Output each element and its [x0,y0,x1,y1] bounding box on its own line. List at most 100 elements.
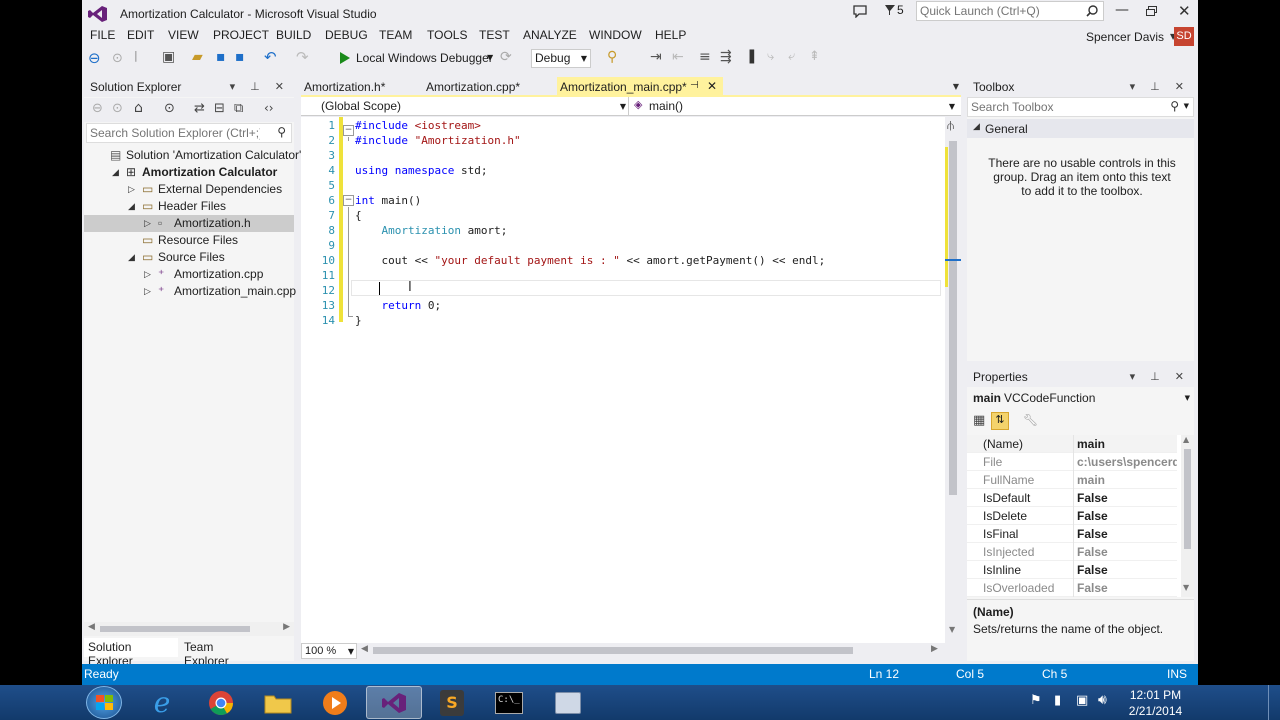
restore-button[interactable] [1146,6,1157,16]
menu-build[interactable]: BUILD [276,28,311,42]
navigate-forward-icon[interactable]: ⊙ [112,51,123,66]
code-line[interactable]: 9 [301,238,941,253]
tab-amortization-h[interactable]: Amortization.h* [301,77,413,97]
tree-item[interactable]: ▷ ⁺ Amortization.cpp [84,266,294,283]
code-line[interactable]: 1 #include <iostream> [301,118,941,133]
close-button[interactable]: ✕ [1178,2,1191,20]
toolbox-search-box[interactable]: ⚲ ▼ [967,97,1194,117]
chevron-down-icon[interactable]: ▼ [1184,102,1189,110]
property-row[interactable]: IsOverloaded False [967,579,1177,597]
scrollbar-thumb[interactable] [949,141,957,495]
property-value[interactable]: main [1077,471,1177,489]
align-icon[interactable]: ≡ [699,49,711,65]
menu-analyze[interactable]: ANALYZE [523,28,577,42]
tree-item[interactable]: ▤ Solution 'Amortization Calculator' (1 [84,147,315,164]
expanded-triangle-icon[interactable]: ◢ [112,164,119,181]
tree-item[interactable]: ◢ ▭ Header Files [84,198,294,215]
volume-icon[interactable]: 🔊︎ [1098,692,1107,708]
property-row[interactable]: IsInjected False [967,543,1177,561]
next-bookmark-icon[interactable]: ⤷ [767,49,774,64]
menu-tools[interactable]: TOOLS [427,28,467,42]
show-desktop-button[interactable] [1268,685,1280,720]
find-in-files-icon[interactable]: ⚲ [607,49,617,65]
tree-item[interactable]: ▭ Resource Files [84,232,294,249]
collapse-all-icon[interactable]: ⊟ [214,101,225,116]
solution-configuration-select[interactable]: Debug ▼ [531,49,591,68]
taskbar-command-prompt[interactable]: C:\_ [481,686,537,719]
toolbox-search-input[interactable] [971,100,1151,114]
navigate-back-icon[interactable]: ⊖ [88,49,101,67]
code-line[interactable]: 7{ [301,208,941,223]
code-line[interactable]: 2 #include "Amortization.h" [301,133,941,148]
scroll-left-icon[interactable]: ◀ [361,644,368,654]
property-value[interactable]: False [1077,579,1177,597]
property-pages-icon[interactable]: 🔧︎ [1023,413,1038,427]
uncomment-icon[interactable]: ⇤ [672,49,684,65]
property-row[interactable]: File c:\users\spencerda [967,453,1177,471]
scroll-down-icon[interactable]: ▼ [1183,583,1189,592]
sync-icon[interactable]: ⇄ [194,101,205,116]
menu-edit[interactable]: EDIT [127,28,154,42]
vertical-scrollbar[interactable]: ⫛ ▼ [945,117,961,643]
scope-dropdown[interactable]: (Global Scope) ▼ [301,97,629,116]
code-line[interactable]: 13 return 0; [301,298,941,313]
solution-search-box[interactable]: ⚲ [86,123,292,143]
forward-icon[interactable]: ⊙ [112,101,123,116]
horizontal-scrollbar-thumb[interactable] [373,647,853,654]
search-icon[interactable]: ⚲ [277,125,286,139]
user-avatar[interactable]: SD [1174,27,1194,46]
scroll-down-icon[interactable]: ▼ [949,625,955,634]
split-editor-icon[interactable]: ⫛ [947,118,954,133]
horizontal-scrollbar[interactable]: ◀ ▶ [84,622,294,636]
expanded-triangle-icon[interactable]: ◢ [128,198,135,215]
alphabetical-icon[interactable]: ⇅ [991,412,1009,430]
menu-view[interactable]: VIEW [168,28,199,42]
taskbar-remote-desktop[interactable] [540,686,596,719]
tree-item[interactable]: ◢ ⊞ Amortization Calculator [84,164,294,181]
expanded-triangle-icon[interactable]: ◢ [973,122,980,132]
property-row[interactable]: IsInline False [967,561,1177,579]
pending-changes-icon[interactable]: ⊙ [164,101,175,116]
taskbar-file-explorer[interactable] [250,686,306,719]
code-line[interactable]: 6 int main() [301,193,941,208]
taskbar-sublime-text[interactable]: S [424,686,480,719]
usb-device-icon[interactable]: ▮ [1054,693,1061,708]
tab-close-icon[interactable]: ✕ [707,79,717,93]
clock-date[interactable]: 2/21/2014 [1126,704,1185,718]
tree-item[interactable]: ▷ ⁺ Amortization_main.cpp [84,283,296,300]
tree-item[interactable]: ◢ ▭ Source Files [84,249,294,266]
collapsed-triangle-icon[interactable]: ▷ [144,266,151,283]
taskbar-media-player[interactable] [307,686,363,719]
pane-controls-icon[interactable]: ▾ ⊥ ✕ [1130,367,1190,387]
tab-amortization-cpp[interactable]: Amortization.cpp* [423,77,548,97]
start-debugger-button[interactable]: Local Windows Debugger [356,51,493,65]
scroll-right-icon[interactable]: ▶ [931,644,938,654]
code-line[interactable]: 10 cout << "your default payment is : " … [301,253,941,268]
zoom-select[interactable]: 100 % ▼ [301,643,357,659]
search-icon[interactable]: ⚲ [1170,99,1179,113]
comment-icon[interactable]: ⇥ [650,49,662,65]
save-all-icon[interactable]: ▪ [235,49,245,65]
clear-bookmarks-icon[interactable]: ⇞ [809,49,820,64]
quick-launch-box[interactable] [916,1,1104,21]
notification-flag-icon[interactable] [884,4,896,16]
feedback-icon[interactable] [852,4,868,18]
tab-amortization-main-cpp[interactable]: Amortization_main.cpp* ⊣ ✕ [557,77,723,97]
code-editor[interactable]: − − I 1 #include <iostream> 2 #include "Amo… [301,117,945,643]
tab-team-explorer[interactable]: Team Explorer [180,638,260,668]
user-name[interactable]: Spencer Davis [1086,30,1164,44]
collapsed-triangle-icon[interactable]: ▷ [144,215,151,232]
refresh-icon[interactable]: ⟳ [500,49,512,65]
start-button[interactable] [86,686,122,719]
prev-bookmark-icon[interactable]: ⤶ [788,49,795,64]
solution-search-input[interactable] [90,126,260,140]
scroll-up-icon[interactable]: ▲ [1183,435,1189,444]
property-row[interactable]: (Name) main [967,435,1177,453]
code-line[interactable]: 12 [301,283,941,298]
taskbar-internet-explorer[interactable]: e [134,686,190,719]
property-value[interactable]: False [1077,507,1177,525]
property-row[interactable]: IsFinal False [967,525,1177,543]
categorized-icon[interactable]: ▦ [973,413,985,428]
tab-solution-explorer[interactable]: Solution Explorer [84,638,178,668]
show-all-files-icon[interactable]: ⧉ [234,101,243,116]
